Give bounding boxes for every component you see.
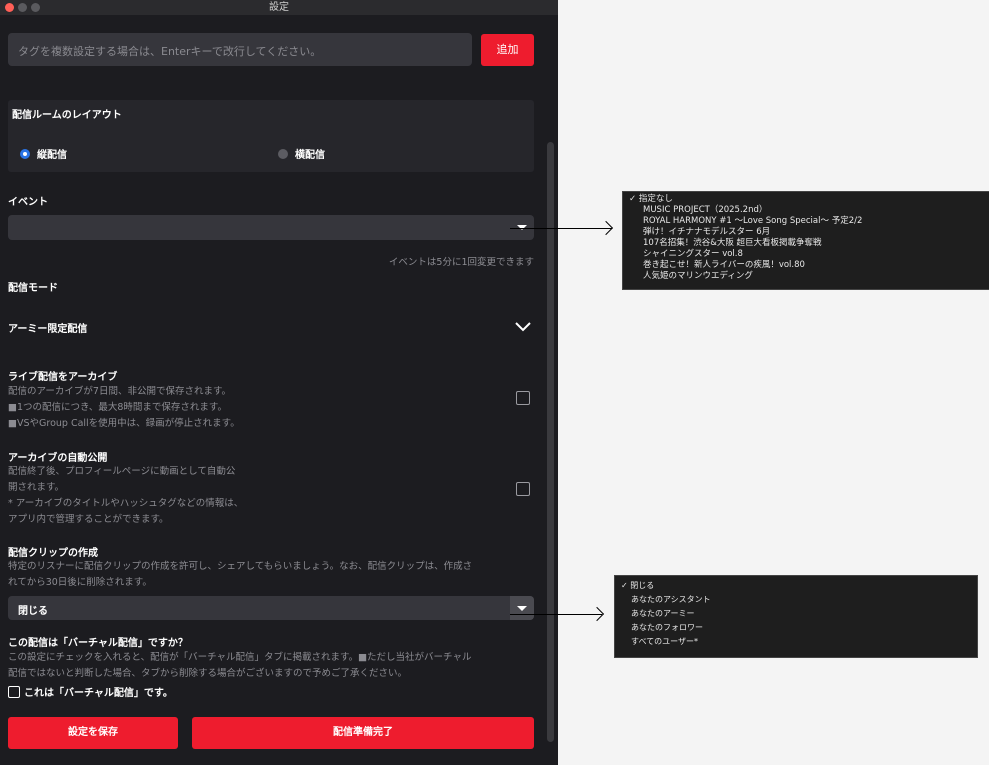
- auto-publish-description: 配信終了後、プロフィールページに動画として自動公 開されます。 * アーカイブの…: [8, 464, 243, 528]
- event-option-label: ROYAL HARMONY #1 〜Love Song Special〜 予定2…: [643, 216, 863, 226]
- auto-publish-desc-line: アプリ内で管理することができます。: [8, 514, 169, 525]
- layout-section-title: 配信ルームのレイアウト: [12, 110, 122, 121]
- radio-vertical-label: 縦配信: [37, 150, 67, 161]
- zoom-window-button[interactable]: [31, 3, 40, 12]
- event-option-label: 巻き起こせ！新人ライバーの疾風！vol.80: [643, 260, 805, 270]
- minimize-window-button[interactable]: [18, 3, 27, 12]
- archive-checkbox[interactable]: [516, 391, 530, 405]
- clip-option[interactable]: ✓ 閉じる: [615, 579, 977, 593]
- clip-option[interactable]: あなたのフォロワー: [615, 621, 977, 635]
- radio-horizontal-label: 横配信: [295, 150, 325, 161]
- auto-publish-desc-line: * アーカイブのタイトルやハッシュタグなどの情報は、: [8, 498, 244, 509]
- virtual-check-row[interactable]: これは「バーチャル配信」です。: [8, 684, 173, 699]
- archive-desc-line: 配信のアーカイブが7日間、非公開で保存されます。: [8, 386, 232, 397]
- event-option[interactable]: 弾け！イチナナモデルスター 6月: [623, 227, 989, 238]
- close-window-button[interactable]: [5, 3, 14, 12]
- layout-section: 配信ルームのレイアウト 縦配信 横配信: [8, 100, 534, 172]
- event-arrow: [510, 228, 612, 229]
- virtual-title: この配信は「バーチャル配信」ですか？: [8, 638, 188, 649]
- auto-publish-desc-line: 配信終了後、プロフィールページに動画として自動公: [8, 466, 236, 477]
- event-option-label: 弾け！イチナナモデルスター 6月: [643, 227, 771, 237]
- auto-publish-checkbox[interactable]: [516, 482, 530, 496]
- army-only-label: アーミー限定配信: [8, 324, 88, 335]
- scrollbar[interactable]: [547, 142, 554, 742]
- add-tag-button[interactable]: 追加: [481, 34, 534, 66]
- event-option-label: MUSIC PROJECT（2025.2nd）: [643, 205, 768, 215]
- event-option[interactable]: シャイニングスター vol.8: [623, 249, 989, 260]
- window-title: 設定: [269, 2, 289, 13]
- event-change-note: イベントは5分に1回変更できます: [388, 257, 534, 268]
- event-option-label: 指定なし: [638, 194, 673, 204]
- clip-option-label: あなたのフォロワー: [631, 623, 703, 632]
- event-option[interactable]: ✓ 指定なし: [623, 194, 989, 205]
- broadcast-ready-button[interactable]: 配信準備完了: [192, 717, 534, 749]
- chevron-down-icon: [510, 596, 534, 620]
- clip-option-label: あなたのアシスタント: [631, 595, 711, 604]
- arrow-head-icon: [598, 220, 614, 236]
- archive-desc-line: ■VSやGroup Callを使用中は、録画が停止されます。: [8, 418, 240, 429]
- tag-input[interactable]: タグを複数設定する場合は、Enterキーで改行してください。: [8, 33, 472, 66]
- event-option[interactable]: 人気姫のマリンウエディング: [623, 271, 989, 282]
- archive-title: ライブ配信をアーカイブ: [8, 372, 118, 383]
- clip-desc-line: れてから30日後に削除されます。: [8, 577, 152, 588]
- radio-vertical[interactable]: 縦配信: [20, 146, 67, 161]
- army-only-row[interactable]: アーミー限定配信: [0, 307, 546, 347]
- clip-dropdown-list: ✓ 閉じる あなたのアシスタント あなたのアーミー あなたのフォロワー すべての…: [614, 575, 978, 658]
- arrow-head-icon: [589, 606, 605, 622]
- virtual-desc-line: 配信ではないと判断した場合、タブから削除する場合がございますので予めご了承くださ…: [8, 668, 408, 679]
- clip-desc-line: 特定のリスナーに配信クリップの作成を許可し、シェアしてもらいましょう。なお、配信…: [8, 561, 473, 572]
- clip-option[interactable]: あなたのアシスタント: [615, 593, 977, 607]
- event-option-label: 107名招集！渋谷&大阪 超巨大看板掲載争奪戦: [643, 238, 822, 248]
- virtual-checkbox[interactable]: [8, 685, 20, 698]
- clip-title: 配信クリップの作成: [8, 548, 98, 559]
- event-dropdown-list: ✓ 指定なし MUSIC PROJECT（2025.2nd） ROYAL HAR…: [622, 191, 989, 290]
- settings-window: 設定 タグを複数設定する場合は、Enterキーで改行してください。 追加 配信ル…: [0, 0, 558, 765]
- clip-select-value: 閉じる: [18, 606, 48, 617]
- clip-option-label: 閉じる: [630, 581, 655, 590]
- tag-input-placeholder: タグを複数設定する場合は、Enterキーで改行してください。: [18, 45, 322, 58]
- event-option[interactable]: ROYAL HARMONY #1 〜Love Song Special〜 予定2…: [623, 216, 989, 227]
- title-bar: 設定: [0, 0, 558, 15]
- auto-publish-title: アーカイブの自動公開: [8, 453, 108, 464]
- radio-unselected-icon: [278, 148, 288, 159]
- mode-label: 配信モード: [8, 283, 58, 294]
- event-select[interactable]: [8, 215, 534, 240]
- archive-description: 配信のアーカイブが7日間、非公開で保存されます。 ■1つの配信につき、最大8時間…: [8, 384, 240, 432]
- radio-selected-icon: [20, 148, 30, 159]
- save-settings-button[interactable]: 設定を保存: [8, 717, 178, 749]
- event-option[interactable]: MUSIC PROJECT（2025.2nd）: [623, 205, 989, 216]
- event-option[interactable]: 107名招集！渋谷&大阪 超巨大看板掲載争奪戦: [623, 238, 989, 249]
- clip-select[interactable]: 閉じる: [8, 596, 534, 620]
- clip-arrow: [510, 614, 602, 615]
- clip-description: 特定のリスナーに配信クリップの作成を許可し、シェアしてもらいましょう。なお、配信…: [8, 559, 538, 591]
- event-option[interactable]: 巻き起こせ！新人ライバーの疾風！vol.80: [623, 260, 989, 271]
- event-label: イベント: [8, 197, 48, 208]
- archive-desc-line: ■1つの配信につき、最大8時間まで保存されます。: [8, 402, 227, 413]
- event-option-label: 人気姫のマリンウエディング: [643, 271, 753, 281]
- clip-option-label: すべてのユーザー*: [631, 637, 698, 646]
- clip-option-label: あなたのアーミー: [631, 609, 695, 618]
- virtual-description: この設定にチェックを入れると、配信が「バーチャル配信」タブに掲載されます。■ただ…: [8, 650, 538, 682]
- auto-publish-desc-line: 開されます。: [8, 482, 65, 493]
- event-option-label: シャイニングスター vol.8: [643, 249, 743, 259]
- clip-option[interactable]: すべてのユーザー*: [615, 635, 977, 649]
- virtual-check-label: これは「バーチャル配信」です。: [24, 688, 173, 699]
- radio-horizontal[interactable]: 横配信: [278, 146, 325, 161]
- clip-option[interactable]: あなたのアーミー: [615, 607, 977, 621]
- chevron-down-icon: [515, 322, 531, 332]
- virtual-desc-line: この設定にチェックを入れると、配信が「バーチャル配信」タブに掲載されます。■ただ…: [8, 652, 472, 663]
